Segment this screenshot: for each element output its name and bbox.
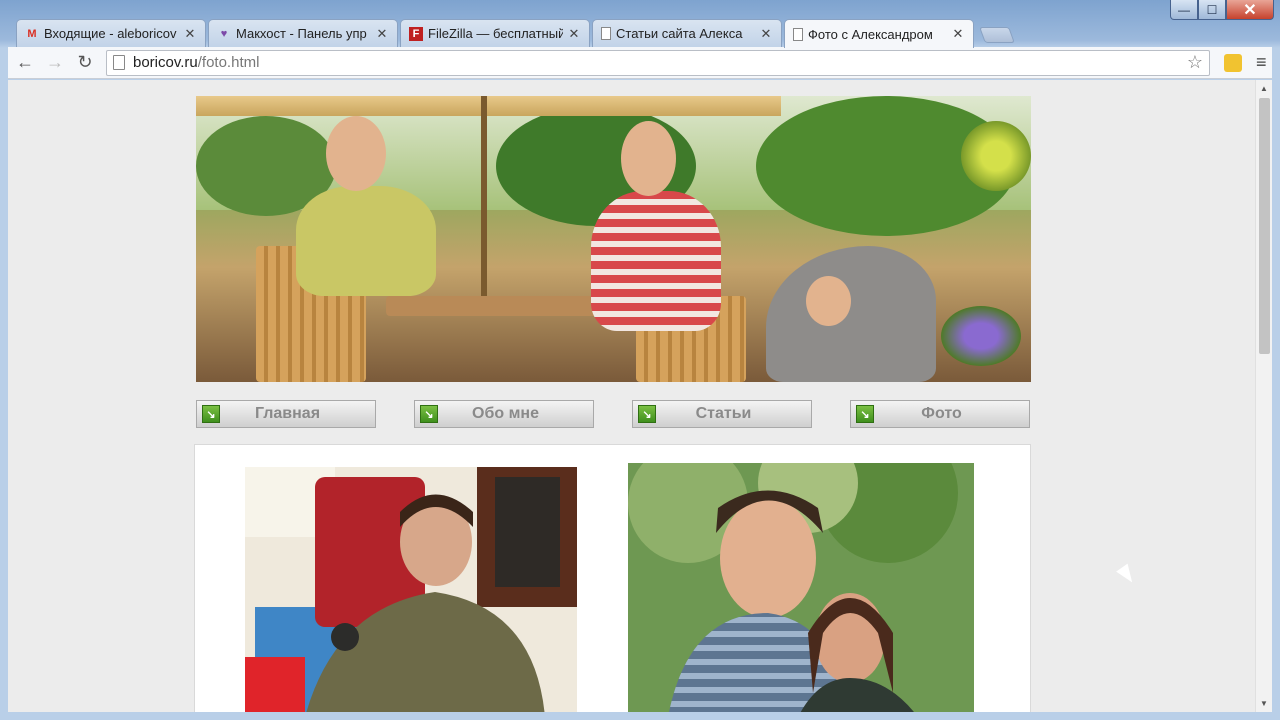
nav-photos-button[interactable]: ↘ Фото (850, 400, 1030, 428)
scroll-up-icon[interactable]: ▲ (1260, 84, 1268, 93)
tab-gmail[interactable]: M Входящие - aleboricov ✕ (16, 19, 206, 47)
nav-label: Главная (254, 405, 321, 422)
heart-icon: ♥ (220, 27, 228, 40)
banner-flowers (941, 306, 1021, 366)
browser-toolbar: ← → ↻ boricov.ru /foto.html ☆ ≡ (8, 47, 1272, 79)
banner-woman-head (621, 121, 676, 196)
arrow-icon: ↘ (856, 405, 874, 423)
forward-button[interactable]: → (42, 50, 68, 76)
photo-soldier[interactable] (245, 467, 577, 712)
nav-label: Фото (921, 405, 962, 422)
close-tab-icon[interactable]: ✕ (951, 26, 965, 42)
banner-stroller (766, 246, 936, 382)
banner-flowers (961, 121, 1031, 191)
banner-man (296, 186, 436, 296)
tab-photos[interactable]: Фото с Александром ✕ (784, 19, 974, 48)
close-tab-icon[interactable]: ✕ (375, 26, 389, 42)
close-tab-icon[interactable]: ✕ (183, 26, 197, 42)
address-bar[interactable]: boricov.ru /foto.html ☆ (106, 49, 1210, 76)
tab-makhost[interactable]: ♥ Макхост - Панель упр ✕ (208, 19, 398, 47)
tab-title: Макхост - Панель упр (236, 26, 367, 41)
minimize-button[interactable]: — (1170, 0, 1198, 20)
url-host: boricov.ru (133, 54, 198, 71)
nav-about-button[interactable]: ↘ Обо мне (414, 400, 594, 428)
header-banner-image (196, 96, 1031, 382)
filezilla-icon: F (409, 26, 423, 41)
photo-couple[interactable] (628, 463, 974, 712)
tab-strip: M Входящие - aleboricov ✕ ♥ Макхост - Па… (16, 19, 1015, 48)
banner-baby-head (806, 276, 851, 326)
arrow-icon: ↘ (638, 405, 656, 423)
page-icon (113, 55, 125, 70)
arrow-icon: ↘ (420, 405, 438, 423)
nav-articles-button[interactable]: ↘ Статьи (632, 400, 812, 428)
close-tab-icon[interactable]: ✕ (759, 26, 773, 42)
scroll-thumb[interactable] (1259, 98, 1270, 354)
new-tab-button[interactable] (979, 27, 1015, 43)
banner-umbrella-pole (481, 96, 487, 316)
tab-articles[interactable]: Статьи сайта Алекса ✕ (592, 19, 782, 47)
nav-home-button[interactable]: ↘ Главная (196, 400, 376, 428)
scroll-down-icon[interactable]: ▼ (1260, 699, 1268, 708)
menu-icon[interactable]: ≡ (1256, 52, 1267, 73)
bookmark-star-icon[interactable]: ☆ (1187, 52, 1203, 73)
page-icon (793, 27, 803, 41)
vertical-scrollbar[interactable]: ▲ ▼ (1255, 80, 1272, 712)
maximize-button[interactable]: ☐ (1198, 0, 1226, 20)
extension-icon[interactable] (1224, 53, 1242, 72)
photo-gallery (194, 444, 1031, 712)
nav-label: Статьи (695, 405, 752, 422)
photo-soldier-image (245, 467, 577, 712)
banner-awning (196, 96, 781, 116)
page-viewport: ↘ Главная ↘ Обо мне ↘ Статьи ↘ Фото ▲ ▼ (8, 80, 1272, 712)
tab-filezilla[interactable]: F FileZilla — бесплатный ✕ (400, 19, 590, 47)
tab-title: Входящие - aleboricov (44, 26, 177, 41)
banner-man-head (326, 116, 386, 191)
browser-window: — ☐ ✕ M Входящие - aleboricov ✕ ♥ Макхос… (0, 0, 1280, 720)
banner-woman (591, 191, 721, 331)
back-button[interactable]: ← (12, 50, 38, 76)
reload-button[interactable]: ↻ (72, 50, 98, 76)
nav-label: Обо мне (472, 405, 539, 422)
close-tab-icon[interactable]: ✕ (567, 26, 581, 42)
close-window-button[interactable]: ✕ (1226, 0, 1274, 20)
site-navigation: ↘ Главная ↘ Обо мне ↘ Статьи ↘ Фото (196, 400, 1031, 428)
url-path: /foto.html (197, 54, 260, 71)
gmail-icon: M (27, 27, 37, 40)
tab-title: FileZilla — бесплатный (428, 26, 563, 41)
tab-title: Фото с Александром (808, 26, 933, 42)
window-controls: — ☐ ✕ (1170, 0, 1274, 20)
arrow-icon: ↘ (202, 405, 220, 423)
photo-couple-image (628, 463, 974, 712)
page-icon (601, 27, 611, 40)
tab-title: Статьи сайта Алекса (616, 26, 743, 41)
